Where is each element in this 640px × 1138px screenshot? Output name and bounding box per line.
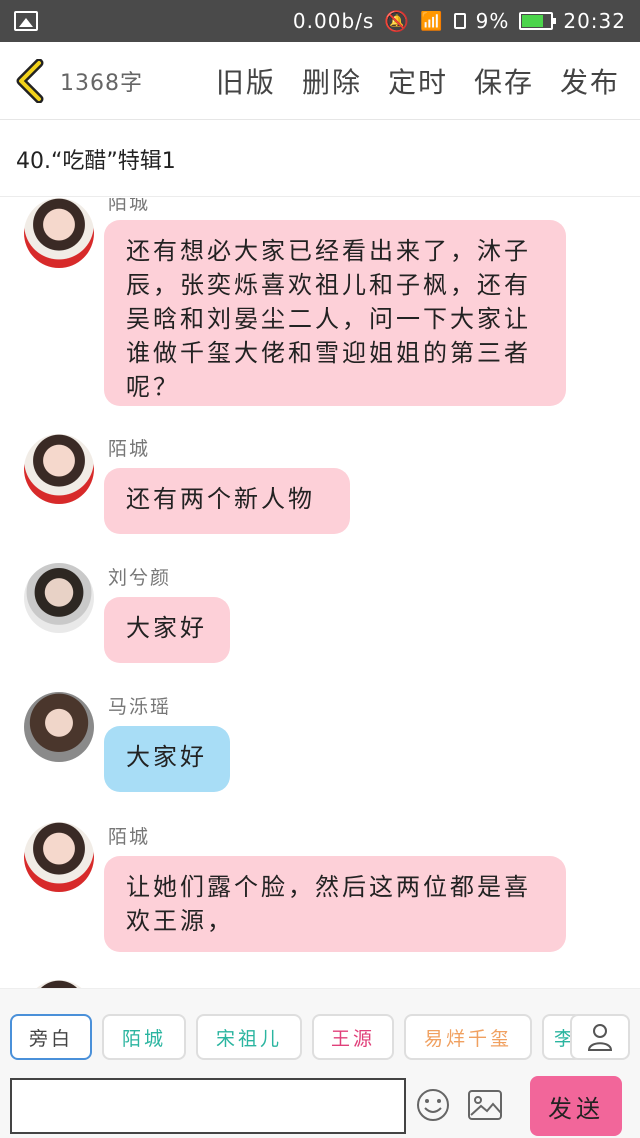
character-chip[interactable]: 易烊千玺 [404, 1014, 532, 1060]
clock: 20:32 [563, 9, 626, 33]
picture-icon [468, 1090, 502, 1120]
speaker-name: 陌城 [108, 438, 151, 460]
emoji-button[interactable] [414, 1086, 452, 1124]
old-version-button[interactable]: 旧版 [216, 61, 276, 101]
image-notification-icon [14, 11, 38, 31]
input-bar: 发送 [0, 1072, 640, 1138]
status-bar: 0.00b/s 🔕 📶 9% 20:32 [0, 0, 640, 42]
toolbar-actions: 旧版 删除 定时 保存 发布 [216, 61, 640, 101]
word-count: 1368字 [60, 70, 143, 96]
battery-percent: 9% [475, 9, 510, 33]
sim-icon [453, 13, 466, 29]
mute-icon: 🔕 [384, 9, 411, 33]
avatar[interactable] [24, 822, 94, 892]
message-bubble[interactable]: 大家好 [104, 597, 230, 663]
avatar[interactable] [24, 692, 94, 762]
speaker-name: 马泺瑶 [108, 696, 172, 718]
editor-toolbar: 1368字 旧版 删除 定时 保存 发布 [0, 42, 640, 120]
character-selector: 旁白 陌城 宋祖儿 王源 易烊千玺 李 [0, 988, 640, 1072]
character-chip-narrator[interactable]: 旁白 [10, 1014, 92, 1060]
smiley-icon [417, 1089, 449, 1121]
schedule-button[interactable]: 定时 [388, 61, 448, 101]
manage-characters-button[interactable] [570, 1014, 630, 1060]
back-button[interactable] [0, 42, 60, 120]
network-speed: 0.00b/s [292, 9, 375, 33]
image-button[interactable] [466, 1086, 504, 1124]
message-input[interactable] [10, 1078, 406, 1134]
person-icon [587, 1024, 613, 1051]
speaker-name: 刘兮颜 [108, 567, 172, 589]
send-button[interactable]: 发送 [530, 1076, 622, 1136]
chapter-title[interactable]: 40.“吃醋”特辑1 [0, 121, 640, 197]
speaker-name: 陌城 [108, 198, 151, 214]
message-bubble[interactable]: 还有两个新人物 [104, 468, 350, 534]
message-bubble[interactable]: 大家好 [104, 726, 230, 792]
save-button[interactable]: 保存 [474, 61, 534, 101]
character-chip[interactable]: 陌城 [102, 1014, 186, 1060]
character-chip[interactable]: 宋祖儿 [196, 1014, 302, 1060]
chevron-left-icon [16, 58, 44, 103]
battery-icon [519, 12, 557, 30]
avatar[interactable] [24, 198, 94, 268]
publish-button[interactable]: 发布 [560, 61, 620, 101]
chat-list[interactable]: 陌城 还有想必大家已经看出来了，沐子辰，张奕烁喜欢祖儿和子枫，还有吴晗和刘晏尘二… [0, 198, 640, 988]
message-bubble[interactable]: 让她们露个脸，然后这两位都是喜欢王源， [104, 856, 566, 952]
character-chip[interactable]: 王源 [312, 1014, 394, 1060]
avatar[interactable] [24, 980, 94, 988]
delete-button[interactable]: 删除 [302, 61, 362, 101]
speaker-name: 陌城 [108, 826, 151, 848]
message-bubble[interactable]: 还有想必大家已经看出来了，沐子辰，张奕烁喜欢祖儿和子枫，还有吴晗和刘晏尘二人，问… [104, 220, 566, 406]
avatar[interactable] [24, 563, 94, 633]
avatar[interactable] [24, 434, 94, 504]
status-icons: 0.00b/s 🔕 📶 9% 20:32 [293, 9, 626, 33]
wifi-icon: 📶 [420, 10, 444, 32]
